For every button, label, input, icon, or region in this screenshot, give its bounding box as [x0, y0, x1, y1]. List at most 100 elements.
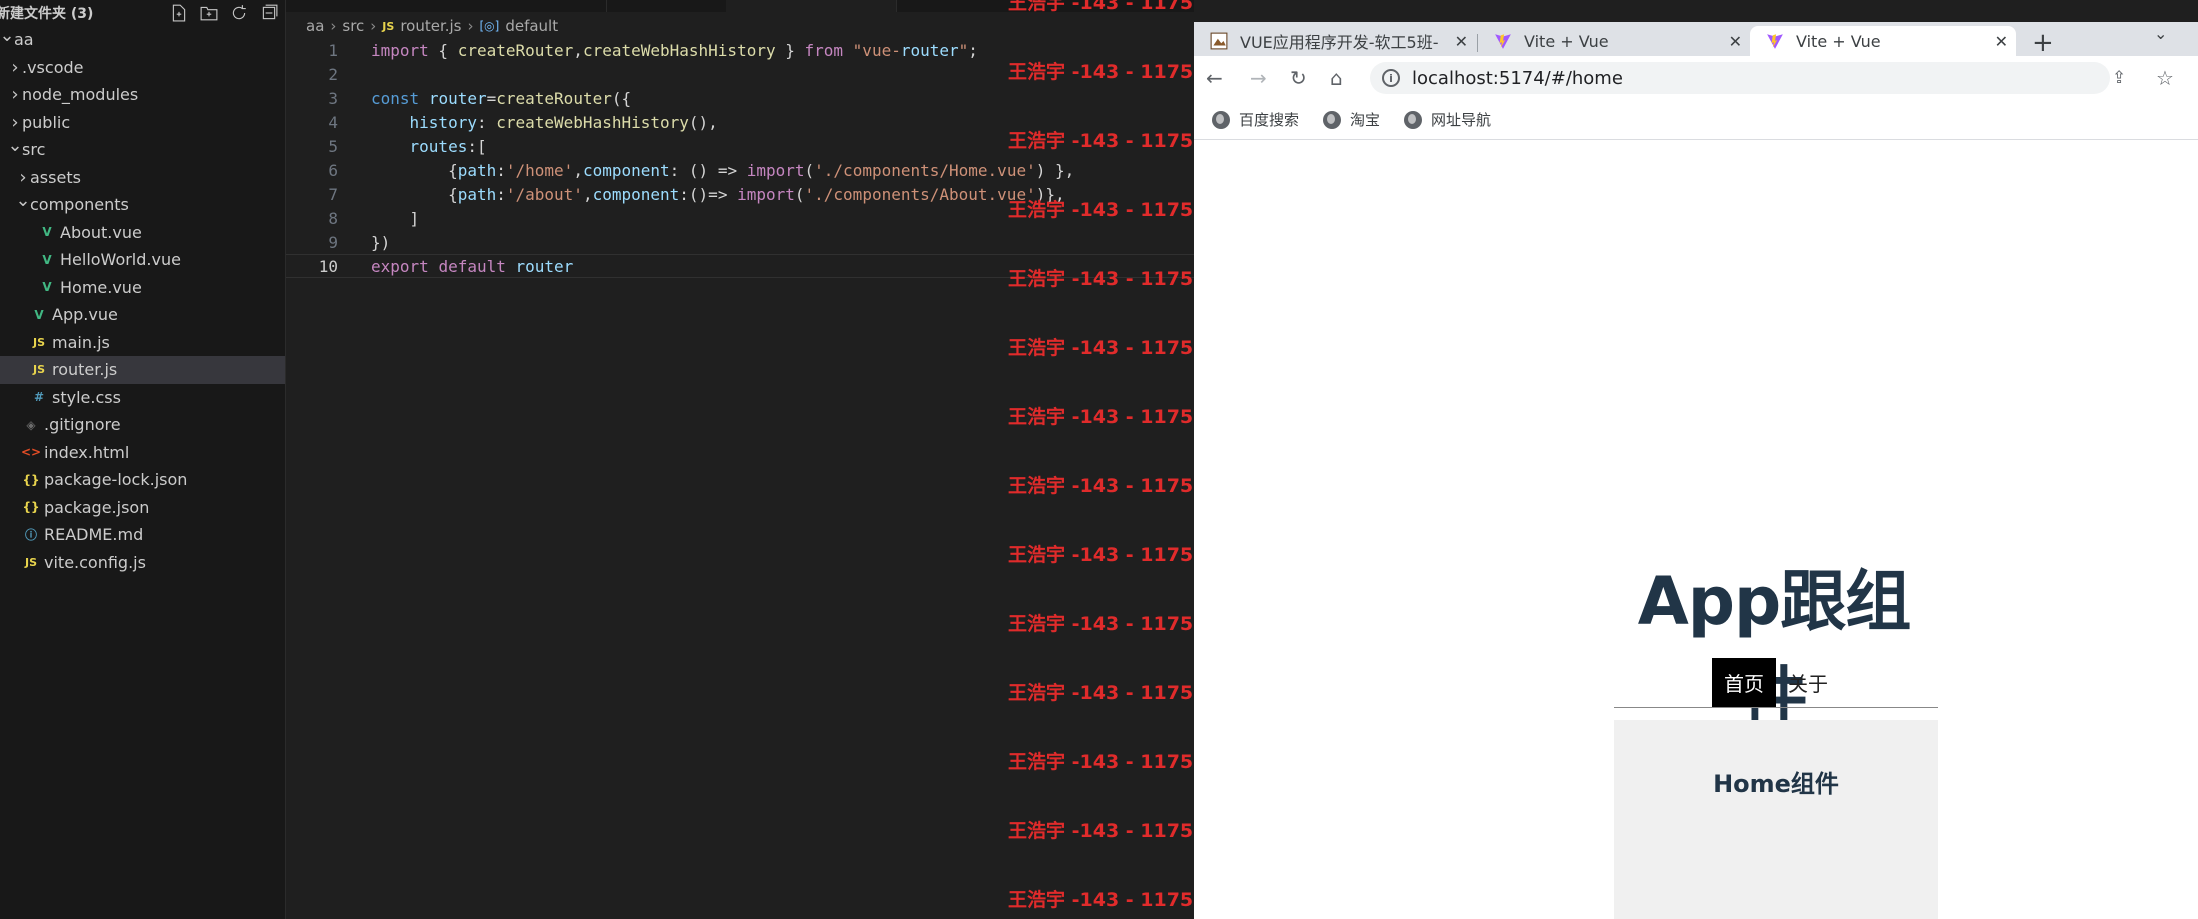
browser-window: VUE应用程序开发-软工5班- ✕ Vite + Vue ✕ Vite + Vu… — [1194, 0, 2198, 919]
tree-item-label: .vscode — [22, 57, 84, 77]
code-text: routes:[ — [409, 136, 487, 156]
md-file-icon: ⓘ — [24, 528, 37, 543]
code-line[interactable]: 3 const router=createRouter({ — [286, 86, 1194, 110]
tree-item[interactable]: V HelloWorld.vue — [0, 246, 285, 274]
line-number: 3 — [328, 88, 338, 108]
tree-item[interactable]: › public — [0, 109, 285, 137]
breadcrumb-item-src[interactable]: src — [342, 17, 364, 35]
js-file-icon: JS — [24, 555, 37, 569]
editor-tab-active[interactable] — [726, 0, 897, 12]
tree-item[interactable]: V About.vue — [0, 219, 285, 247]
chevron-down-icon[interactable]: ⌄ — [2154, 24, 2167, 43]
bookmark-nav[interactable]: 网址导航 — [1404, 109, 1491, 130]
chevron-right-icon: › — [11, 84, 19, 106]
tree-item[interactable]: ⌄ components — [0, 190, 285, 219]
tree-item-label: main.js — [52, 332, 110, 352]
tree-item[interactable]: JS router.js — [0, 356, 285, 384]
tree-item[interactable]: V App.vue — [0, 301, 285, 329]
star-icon[interactable]: ☆ — [2156, 66, 2174, 90]
tree-item-label: package-lock.json — [44, 470, 188, 490]
code-line[interactable]: 6 {path:'/home',component: () => import(… — [286, 158, 1194, 182]
line-number: 9 — [328, 232, 338, 252]
code-text: export default router — [371, 256, 574, 276]
tree-item[interactable]: › assets — [0, 164, 285, 192]
close-icon[interactable]: ✕ — [1729, 32, 1742, 51]
breadcrumb-item-root[interactable]: aa — [306, 17, 324, 35]
new-folder-icon[interactable] — [199, 3, 219, 23]
vue-file-icon: V — [42, 225, 52, 240]
explorer-header: 新建文件夹 (3) — [0, 0, 285, 26]
vue-file-icon: V — [42, 252, 52, 267]
tree-item[interactable]: # style.css — [0, 384, 285, 412]
explorer-title: 新建文件夹 (3) — [0, 6, 94, 22]
bookmark-taobao[interactable]: 淘宝 — [1323, 109, 1380, 130]
browser-tab-2[interactable]: Vite + Vue ✕ — [1478, 26, 1750, 56]
watermark-text: 王浩宇 -143 - 1175 — [1008, 337, 1194, 359]
browser-tab-title: Vite + Vue — [1796, 31, 1881, 51]
browser-tab-1[interactable]: VUE应用程序开发-软工5班- ✕ — [1194, 26, 1476, 56]
globe-icon — [1323, 110, 1342, 129]
explorer-actions — [169, 3, 279, 23]
tree-item-label: App.vue — [52, 305, 118, 325]
json-file-icon: {} — [22, 500, 40, 515]
info-icon[interactable]: i — [1382, 69, 1400, 87]
tree-item[interactable]: ⓘ README.md — [0, 521, 285, 549]
watermark-text: 王浩宇 -143 - 1175 — [1008, 751, 1194, 773]
tree-item-label: style.css — [52, 387, 121, 407]
breadcrumb-item-file[interactable]: router.js — [400, 17, 461, 35]
back-icon[interactable]: ← — [1206, 66, 1223, 90]
new-tab-button[interactable]: + — [2032, 28, 2054, 58]
forward-icon[interactable]: → — [1250, 66, 1267, 90]
browser-tab-3-active[interactable]: Vite + Vue ✕ — [1750, 26, 2016, 56]
tree-item[interactable]: JS vite.config.js — [0, 549, 285, 577]
watermark-text: 王浩宇 -143 - 1175 — [1008, 130, 1194, 152]
watermark-text: 王浩宇 -143 - 1175 — [1008, 199, 1194, 221]
watermark-text: 王浩宇 -143 - 1175 — [1008, 406, 1194, 428]
url-text[interactable]: localhost:5174/#/home — [1412, 68, 1623, 89]
browser-tab-title: Vite + Vue — [1524, 31, 1609, 51]
refresh-icon[interactable] — [229, 3, 249, 23]
tree-item[interactable]: ⌄ src — [0, 135, 285, 164]
tree-item[interactable]: › .vscode — [0, 54, 285, 82]
watermark-text: 王浩宇 -143 - 1175 — [1008, 613, 1194, 635]
tree-item-label: README.md — [44, 525, 144, 545]
js-file-icon: JS — [32, 335, 45, 349]
bookmark-baidu[interactable]: 百度搜索 — [1212, 109, 1299, 130]
tree-item[interactable]: <> index.html — [0, 439, 285, 467]
close-icon[interactable]: ✕ — [1455, 32, 1468, 51]
editor-tab[interactable] — [486, 0, 607, 12]
share-icon[interactable]: ⇪ — [2112, 68, 2126, 88]
nav-link-home[interactable]: 首页 — [1712, 657, 1776, 707]
close-icon[interactable]: ✕ — [1995, 32, 2008, 51]
chevron-right-icon: › — [11, 111, 19, 133]
tree-item-label: node_modules — [22, 85, 139, 105]
html-file-icon: <> — [20, 445, 42, 460]
url-bar[interactable]: i localhost:5174/#/home — [1370, 62, 2110, 94]
collapse-all-icon[interactable] — [259, 3, 279, 23]
address-bar-row: ← → ↻ ⌂ i localhost:5174/#/home ⇪ ☆ — [1194, 56, 2198, 100]
breadcrumb-item-symbol[interactable]: default — [505, 17, 558, 35]
new-file-icon[interactable] — [169, 3, 189, 23]
code-editor[interactable]: aa › src › JS router.js › [◎] default 1 i… — [286, 0, 1194, 919]
reload-icon[interactable]: ↻ — [1290, 66, 1307, 90]
code-text: import { createRouter,createWebHashHisto… — [371, 40, 978, 60]
nav-link-about[interactable]: 关于 — [1776, 658, 1840, 707]
code-text: const router=createRouter({ — [371, 88, 632, 108]
code-line[interactable]: 9}) — [286, 230, 1194, 254]
chevron-right-icon: › — [370, 17, 377, 35]
tree-item[interactable]: › node_modules — [0, 81, 285, 109]
watermark-text: 王浩宇 -143 - 1175 — [1008, 889, 1194, 911]
js-file-icon: JS — [32, 363, 45, 377]
line-number: 4 — [328, 112, 338, 132]
tree-item[interactable]: ◈ .gitignore — [0, 411, 285, 439]
home-icon[interactable]: ⌂ — [1330, 66, 1343, 90]
tree-item[interactable]: JS main.js — [0, 329, 285, 357]
line-number: 8 — [328, 208, 338, 228]
chevron-down-icon: ⌄ — [15, 190, 31, 212]
tree-item[interactable]: {} package.json — [0, 494, 285, 522]
tree-item[interactable]: {} package-lock.json — [0, 466, 285, 494]
chevron-right-icon: › — [330, 17, 337, 35]
tree-item[interactable]: ⌄ aa — [0, 25, 285, 54]
tree-item[interactable]: V Home.vue — [0, 274, 285, 302]
code-text: {path:'/about',component:()=> import('./… — [371, 184, 1065, 204]
